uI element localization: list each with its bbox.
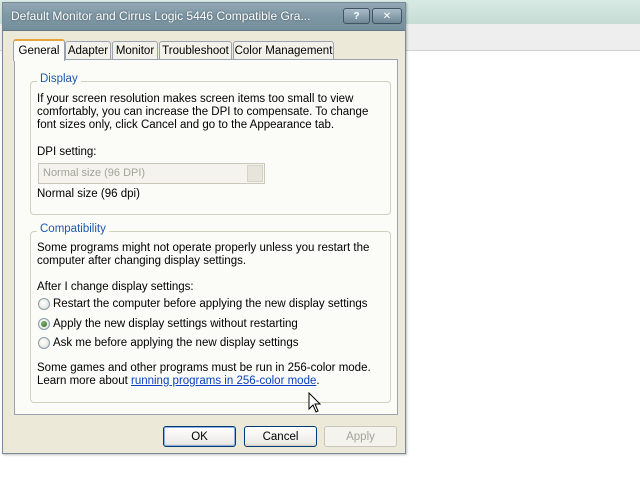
dpi-note: Normal size (96 dpi) <box>37 188 140 200</box>
ok-button[interactable]: OK <box>163 426 236 447</box>
learn-more-suffix: . <box>316 375 320 387</box>
after-change-label: After I change display settings: <box>37 281 194 293</box>
learn-more-line: Learn more about running programs in 256… <box>37 375 320 389</box>
learn-more-prefix: Learn more about <box>37 375 131 387</box>
tab-adapter[interactable]: Adapter <box>65 41 111 59</box>
tab-color-management[interactable]: Color Management <box>233 41 334 59</box>
radio-selected-dot <box>41 321 47 327</box>
display-properties-dialog: Default Monitor and Cirrus Logic 5446 Co… <box>2 2 406 454</box>
radio-restart[interactable] <box>38 298 50 310</box>
radio-ask-me-label[interactable]: Ask me before applying the new display s… <box>53 337 298 351</box>
radio-restart-label[interactable]: Restart the computer before applying the… <box>53 298 368 312</box>
tab-general[interactable]: General <box>13 39 65 61</box>
help-button[interactable]: ? <box>343 8 370 24</box>
display-description-line-3: font sizes only, click Cancel and go to … <box>37 119 335 131</box>
cancel-button[interactable]: Cancel <box>244 426 317 447</box>
compatibility-description-line-2: computer after changing display settings… <box>37 255 247 267</box>
radio-ask-me[interactable] <box>38 337 50 349</box>
dpi-setting-label: DPI setting: <box>37 146 97 158</box>
dropdown-arrow-icon <box>247 165 263 182</box>
dpi-setting-value: Normal size (96 DPI) <box>43 167 146 179</box>
learn-more-link[interactable]: running programs in 256-color mode <box>131 375 316 387</box>
radio-apply-without-restart-label[interactable]: Apply the new display settings without r… <box>53 318 298 332</box>
close-icon: ✕ <box>382 10 392 22</box>
close-button[interactable]: ✕ <box>372 8 402 24</box>
tab-monitor[interactable]: Monitor <box>112 41 158 59</box>
tab-troubleshoot[interactable]: Troubleshoot <box>159 41 232 59</box>
apply-button[interactable]: Apply <box>324 426 397 447</box>
title-bar[interactable]: Default Monitor and Cirrus Logic 5446 Co… <box>3 3 405 31</box>
radio-apply-without-restart[interactable] <box>38 318 50 330</box>
window-title: Default Monitor and Cirrus Logic 5446 Co… <box>11 9 311 23</box>
games-note: Some games and other programs must be ru… <box>37 362 371 374</box>
display-description-line-2: comfortably, you can increase the DPI to… <box>37 106 369 118</box>
compatibility-description-line-1: Some programs might not operate properly… <box>37 242 370 254</box>
display-description-line-1: If your screen resolution makes screen i… <box>37 93 354 105</box>
mouse-pointer-icon <box>308 392 322 413</box>
help-icon: ? <box>353 10 360 22</box>
compatibility-group-title: Compatibility <box>37 223 109 235</box>
display-group-title: Display <box>37 73 81 85</box>
dpi-setting-dropdown[interactable]: Normal size (96 DPI) <box>38 163 265 184</box>
